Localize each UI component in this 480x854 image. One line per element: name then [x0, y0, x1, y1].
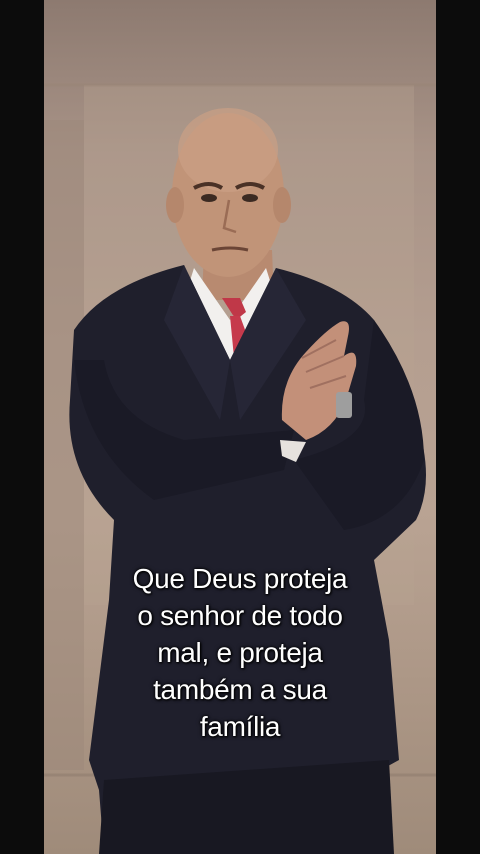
caption-line: o senhor de todo	[137, 600, 343, 631]
caption-line: mal, e proteja	[157, 637, 323, 668]
caption-line: família	[199, 711, 281, 742]
caption-overlay: Que Deus proteja o senhor de todo mal, e…	[80, 560, 400, 745]
caption-line: Que Deus proteja	[132, 563, 348, 594]
video-frame[interactable]: Que Deus proteja o senhor de todo mal, e…	[0, 0, 480, 854]
caption-line: também a sua	[153, 674, 327, 705]
